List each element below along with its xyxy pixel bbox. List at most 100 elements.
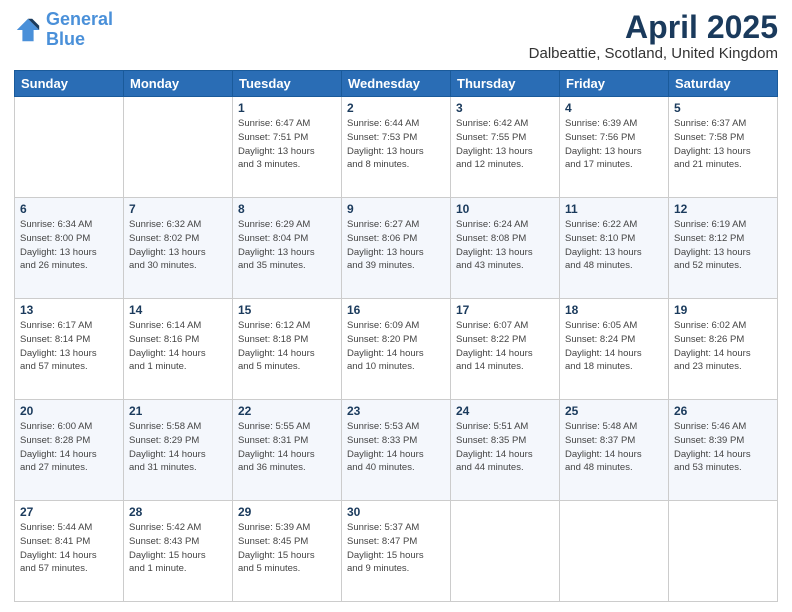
day-number: 7 xyxy=(129,202,227,216)
calendar-cell: 28 Sunrise: 5:42 AMSunset: 8:43 PMDayligh… xyxy=(124,501,233,602)
calendar-cell: 5 Sunrise: 6:37 AMSunset: 7:58 PMDaylight… xyxy=(669,97,778,198)
day-info: Sunrise: 5:58 AMSunset: 8:29 PMDaylight:… xyxy=(129,420,227,475)
day-info: Sunrise: 6:05 AMSunset: 8:24 PMDaylight:… xyxy=(565,319,663,374)
day-info: Sunrise: 6:09 AMSunset: 8:20 PMDaylight:… xyxy=(347,319,445,374)
day-info: Sunrise: 5:39 AMSunset: 8:45 PMDaylight:… xyxy=(238,521,336,576)
calendar-cell xyxy=(560,501,669,602)
day-info: Sunrise: 6:22 AMSunset: 8:10 PMDaylight:… xyxy=(565,218,663,273)
day-info: Sunrise: 6:19 AMSunset: 8:12 PMDaylight:… xyxy=(674,218,772,273)
main-title: April 2025 xyxy=(529,10,778,45)
calendar-cell: 11 Sunrise: 6:22 AMSunset: 8:10 PMDayligh… xyxy=(560,198,669,299)
day-number: 24 xyxy=(456,404,554,418)
logo: General Blue xyxy=(14,10,113,50)
calendar-cell: 1 Sunrise: 6:47 AMSunset: 7:51 PMDaylight… xyxy=(233,97,342,198)
week-row-2: 6Sunrise: 6:34 AMSunset: 8:00 PMDaylight… xyxy=(15,198,778,299)
day-info: Sunrise: 6:00 AMSunset: 8:28 PMDaylight:… xyxy=(20,420,118,475)
day-info: Sunrise: 6:44 AMSunset: 7:53 PMDaylight:… xyxy=(347,117,445,172)
day-number: 26 xyxy=(674,404,772,418)
day-number: 25 xyxy=(565,404,663,418)
week-row-5: 27Sunrise: 5:44 AMSunset: 8:41 PMDayligh… xyxy=(15,501,778,602)
day-number: 17 xyxy=(456,303,554,317)
day-info: Sunrise: 6:24 AMSunset: 8:08 PMDaylight:… xyxy=(456,218,554,273)
day-number: 9 xyxy=(347,202,445,216)
calendar-cell: 6Sunrise: 6:34 AMSunset: 8:00 PMDaylight… xyxy=(15,198,124,299)
subtitle: Dalbeattie, Scotland, United Kingdom xyxy=(529,45,778,62)
day-info: Sunrise: 5:55 AMSunset: 8:31 PMDaylight:… xyxy=(238,420,336,475)
day-number: 11 xyxy=(565,202,663,216)
calendar-cell xyxy=(669,501,778,602)
col-friday: Friday xyxy=(560,71,669,97)
calendar-cell: 20Sunrise: 6:00 AMSunset: 8:28 PMDayligh… xyxy=(15,400,124,501)
day-info: Sunrise: 5:51 AMSunset: 8:35 PMDaylight:… xyxy=(456,420,554,475)
day-info: Sunrise: 6:39 AMSunset: 7:56 PMDaylight:… xyxy=(565,117,663,172)
calendar-cell: 21 Sunrise: 5:58 AMSunset: 8:29 PMDayligh… xyxy=(124,400,233,501)
day-number: 8 xyxy=(238,202,336,216)
logo-text: General Blue xyxy=(46,10,113,50)
calendar-cell xyxy=(15,97,124,198)
day-number: 5 xyxy=(674,101,772,115)
day-number: 13 xyxy=(20,303,118,317)
calendar-cell: 16 Sunrise: 6:09 AMSunset: 8:20 PMDayligh… xyxy=(342,299,451,400)
calendar-cell: 14Sunrise: 6:14 AMSunset: 8:16 PMDayligh… xyxy=(124,299,233,400)
day-info: Sunrise: 6:47 AMSunset: 7:51 PMDaylight:… xyxy=(238,117,336,172)
page: General Blue April 2025 Dalbeattie, Scot… xyxy=(0,0,792,612)
calendar-header-row: Sunday Monday Tuesday Wednesday Thursday… xyxy=(15,71,778,97)
day-info: Sunrise: 5:46 AMSunset: 8:39 PMDaylight:… xyxy=(674,420,772,475)
col-saturday: Saturday xyxy=(669,71,778,97)
calendar-cell: 22 Sunrise: 5:55 AMSunset: 8:31 PMDayligh… xyxy=(233,400,342,501)
day-number: 21 xyxy=(129,404,227,418)
logo-icon xyxy=(14,16,42,44)
day-number: 12 xyxy=(674,202,772,216)
title-block: April 2025 Dalbeattie, Scotland, United … xyxy=(529,10,778,62)
calendar-cell: 10 Sunrise: 6:24 AMSunset: 8:08 PMDayligh… xyxy=(451,198,560,299)
day-number: 16 xyxy=(347,303,445,317)
week-row-3: 13 Sunrise: 6:17 AMSunset: 8:14 PMDayligh… xyxy=(15,299,778,400)
day-number: 3 xyxy=(456,101,554,115)
calendar-cell: 19Sunrise: 6:02 AMSunset: 8:26 PMDayligh… xyxy=(669,299,778,400)
header: General Blue April 2025 Dalbeattie, Scot… xyxy=(14,10,778,62)
day-number: 19 xyxy=(674,303,772,317)
day-info: Sunrise: 6:37 AMSunset: 7:58 PMDaylight:… xyxy=(674,117,772,172)
calendar-table: Sunday Monday Tuesday Wednesday Thursday… xyxy=(14,70,778,602)
day-info: Sunrise: 6:27 AMSunset: 8:06 PMDaylight:… xyxy=(347,218,445,273)
calendar-cell: 13 Sunrise: 6:17 AMSunset: 8:14 PMDayligh… xyxy=(15,299,124,400)
calendar-cell: 30Sunrise: 5:37 AMSunset: 8:47 PMDayligh… xyxy=(342,501,451,602)
day-number: 18 xyxy=(565,303,663,317)
day-number: 14 xyxy=(129,303,227,317)
day-info: Sunrise: 6:07 AMSunset: 8:22 PMDaylight:… xyxy=(456,319,554,374)
calendar-cell: 2Sunrise: 6:44 AMSunset: 7:53 PMDaylight… xyxy=(342,97,451,198)
calendar-cell: 3 Sunrise: 6:42 AMSunset: 7:55 PMDaylight… xyxy=(451,97,560,198)
col-wednesday: Wednesday xyxy=(342,71,451,97)
calendar-cell: 4 Sunrise: 6:39 AMSunset: 7:56 PMDaylight… xyxy=(560,97,669,198)
day-number: 15 xyxy=(238,303,336,317)
calendar-cell: 23Sunrise: 5:53 AMSunset: 8:33 PMDayligh… xyxy=(342,400,451,501)
week-row-1: 1 Sunrise: 6:47 AMSunset: 7:51 PMDaylight… xyxy=(15,97,778,198)
day-number: 6 xyxy=(20,202,118,216)
calendar-cell: 7Sunrise: 6:32 AMSunset: 8:02 PMDaylight… xyxy=(124,198,233,299)
day-info: Sunrise: 6:42 AMSunset: 7:55 PMDaylight:… xyxy=(456,117,554,172)
day-number: 29 xyxy=(238,505,336,519)
day-number: 27 xyxy=(20,505,118,519)
day-info: Sunrise: 5:42 AMSunset: 8:43 PMDaylight:… xyxy=(129,521,227,576)
calendar-cell: 27Sunrise: 5:44 AMSunset: 8:41 PMDayligh… xyxy=(15,501,124,602)
day-number: 22 xyxy=(238,404,336,418)
day-number: 1 xyxy=(238,101,336,115)
day-info: Sunrise: 6:17 AMSunset: 8:14 PMDaylight:… xyxy=(20,319,118,374)
calendar-cell xyxy=(124,97,233,198)
day-number: 30 xyxy=(347,505,445,519)
calendar-cell xyxy=(451,501,560,602)
col-thursday: Thursday xyxy=(451,71,560,97)
day-number: 23 xyxy=(347,404,445,418)
day-number: 10 xyxy=(456,202,554,216)
day-info: Sunrise: 6:12 AMSunset: 8:18 PMDaylight:… xyxy=(238,319,336,374)
calendar-cell: 26 Sunrise: 5:46 AMSunset: 8:39 PMDayligh… xyxy=(669,400,778,501)
calendar-cell: 8Sunrise: 6:29 AMSunset: 8:04 PMDaylight… xyxy=(233,198,342,299)
day-number: 28 xyxy=(129,505,227,519)
calendar-cell: 29 Sunrise: 5:39 AMSunset: 8:45 PMDayligh… xyxy=(233,501,342,602)
calendar-cell: 15 Sunrise: 6:12 AMSunset: 8:18 PMDayligh… xyxy=(233,299,342,400)
calendar-cell: 17 Sunrise: 6:07 AMSunset: 8:22 PMDayligh… xyxy=(451,299,560,400)
calendar-cell: 9 Sunrise: 6:27 AMSunset: 8:06 PMDaylight… xyxy=(342,198,451,299)
calendar-cell: 18 Sunrise: 6:05 AMSunset: 8:24 PMDayligh… xyxy=(560,299,669,400)
day-number: 4 xyxy=(565,101,663,115)
calendar-cell: 12 Sunrise: 6:19 AMSunset: 8:12 PMDayligh… xyxy=(669,198,778,299)
